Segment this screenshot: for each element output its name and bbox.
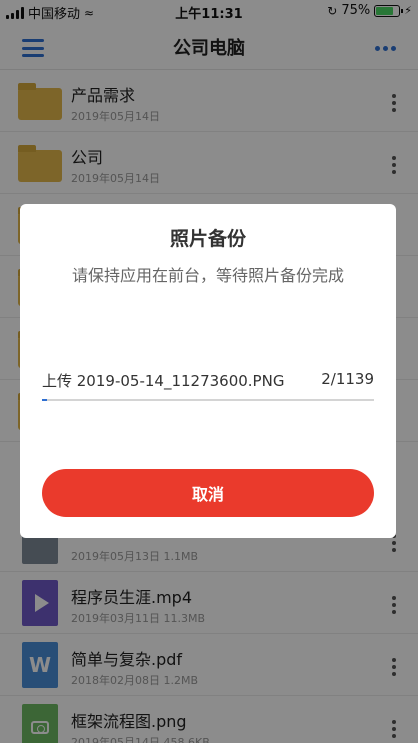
upload-progress-bar bbox=[42, 399, 374, 401]
upload-file-label: 上传 2019-05-14_11273600.PNG bbox=[42, 372, 285, 390]
upload-progress-fill bbox=[42, 399, 47, 401]
dialog-title: 照片备份 bbox=[169, 228, 246, 250]
upload-count: 2/1139 bbox=[321, 370, 374, 388]
cancel-button[interactable]: 取消 bbox=[42, 469, 374, 517]
dialog-subtitle: 请保持应用在前台，等待照片备份完成 bbox=[71, 266, 344, 285]
photo-backup-dialog: 照片备份 请保持应用在前台，等待照片备份完成 上传 2019-05-14_112… bbox=[20, 204, 396, 538]
